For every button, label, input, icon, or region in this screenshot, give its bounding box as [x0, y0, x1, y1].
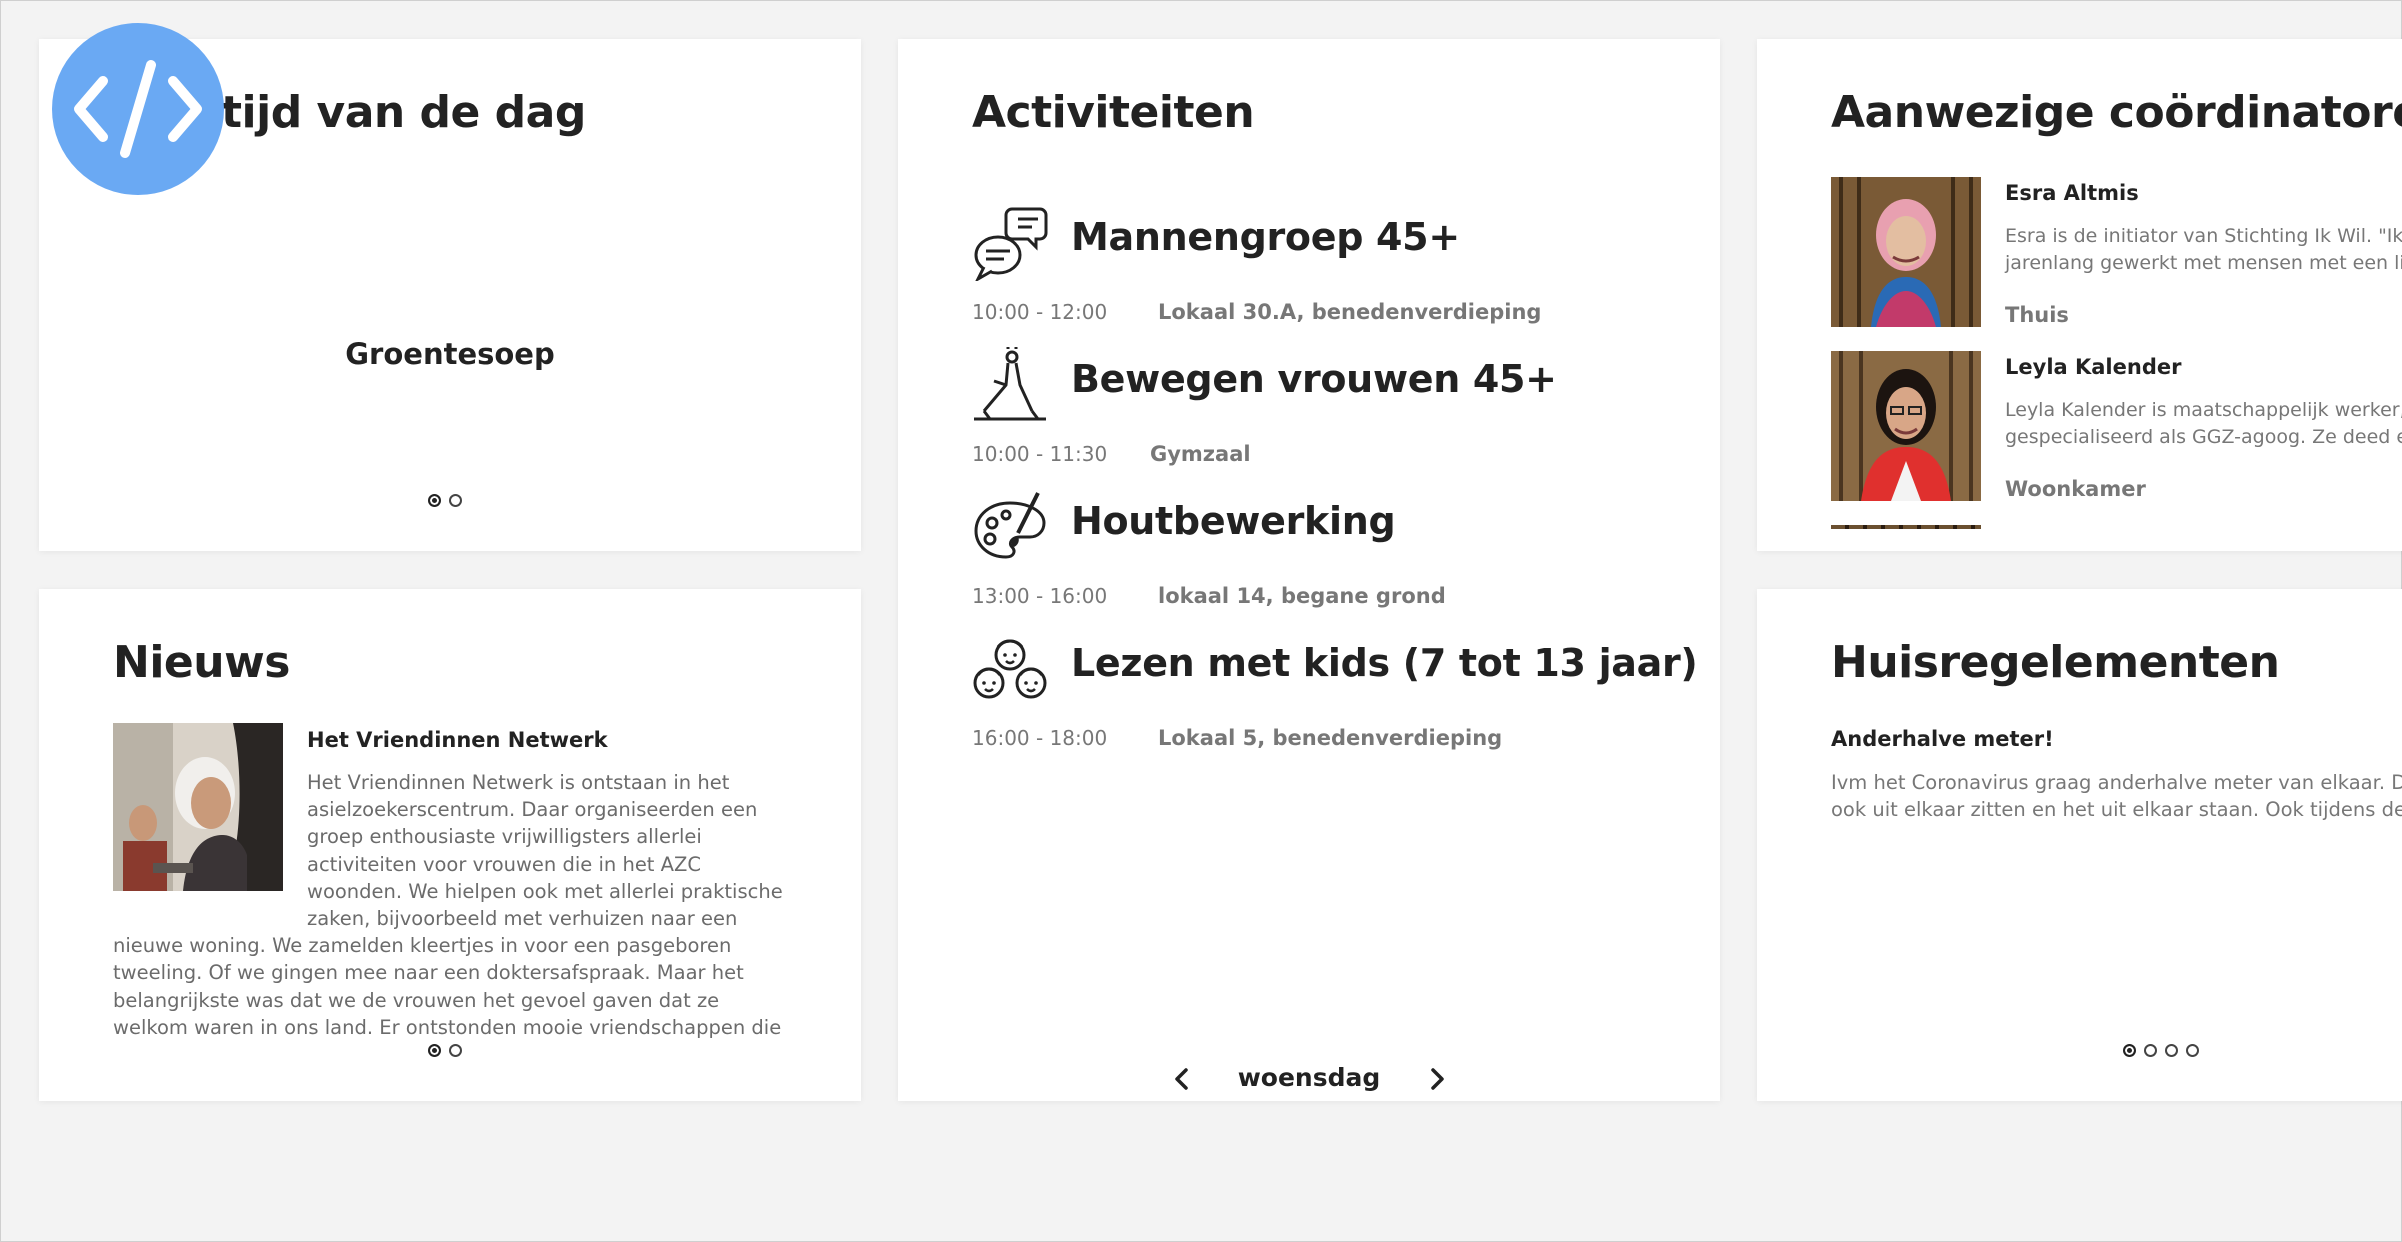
coordinator-description-line: Esra is de initiator van Stichting Ik Wi… — [2005, 225, 2402, 247]
carousel-dot-2[interactable] — [2144, 1044, 2157, 1057]
coordinator-name: Leyla Kalender — [2005, 355, 2182, 379]
news-carousel-dots — [428, 1044, 462, 1057]
house-rules-card: Huisregelementen Anderhalve meter! Ivm h… — [1757, 589, 2402, 1101]
house-rules-title: Huisregelementen — [1831, 637, 2280, 688]
activity-title: Lezen met kids (7 tot 13 jaar) — [1071, 641, 1698, 685]
activity-title: Bewegen vrouwen 45+ — [1071, 357, 1557, 401]
news-card: Nieuws Het Vriendinnen Netwerk Het Vrien… — [39, 589, 861, 1101]
activity-item[interactable]: Mannengroep 45+ 10:00 - 12:00 Lokaal 30.… — [972, 205, 1672, 325]
coordinator-description: Leyla Kalender is maatschappelijk werker… — [2005, 397, 2402, 451]
activity-item[interactable]: Lezen met kids (7 tot 13 jaar) 16:00 - 1… — [972, 631, 1698, 751]
activity-time: 10:00 - 12:00 — [972, 300, 1108, 324]
activity-location: Lokaal 5, benedenverdieping — [1158, 726, 1503, 750]
coordinator-description-line: gespecialiseerd als GGZ-agoog. Ze deed e… — [2005, 426, 2402, 448]
activity-location: Lokaal 30.A, benedenverdieping — [1158, 300, 1542, 324]
coordinator-room: Woonkamer — [2005, 477, 2146, 501]
carousel-dot-1[interactable] — [428, 1044, 441, 1057]
news-item-title: Het Vriendinnen Netwerk — [307, 728, 608, 752]
paint-palette-icon — [974, 492, 1046, 559]
activity-title: Houtbewerking — [1071, 499, 1396, 543]
coordinators-title: Aanwezige coördinatoren — [1831, 87, 2402, 138]
coordinators-card: Aanwezige coördinatoren Esra Altmis Esra… — [1757, 39, 2402, 551]
coordinator-description: Esra is de initiator van Stichting Ik Wi… — [2005, 223, 2402, 277]
carousel-dot-2[interactable] — [449, 1044, 462, 1057]
activity-location: Gymzaal — [1150, 442, 1251, 466]
activities-card: Activiteiten Mannengroep 45+ 10:00 - 12:… — [898, 39, 1720, 1101]
coordinator-description-line: jarenlang gewerkt met mensen met een lic… — [2005, 252, 2402, 274]
news-title: Nieuws — [113, 637, 290, 688]
rule-body: Ivm het Coronavirus graag anderhalve met… — [1831, 769, 2402, 823]
activities-title: Activiteiten — [972, 87, 1255, 138]
kids-faces-icon — [973, 639, 1047, 699]
activity-time: 16:00 - 18:00 — [972, 726, 1108, 750]
carousel-dot-1[interactable] — [428, 494, 441, 507]
news-item-body: Het Vriendinnen Netwerk is ontstaan in h… — [113, 769, 793, 1054]
coordinator-room: Thuis — [2005, 303, 2069, 327]
meal-title: tijd van de dag — [221, 87, 586, 138]
activity-time: 10:00 - 11:30 — [972, 442, 1108, 466]
activity-time: 13:00 - 16:00 — [972, 584, 1108, 608]
yoga-person-icon — [974, 347, 1046, 421]
activity-item[interactable]: Houtbewerking 13:00 - 16:00 lokaal 14, b… — [972, 489, 1672, 609]
coordinator-description-line: Leyla Kalender is maatschappelijk werker… — [2005, 399, 2402, 421]
carousel-dot-1[interactable] — [2123, 1044, 2136, 1057]
carousel-dot-2[interactable] — [449, 494, 462, 507]
coordinator-name: Esra Altmis — [2005, 181, 2139, 205]
activity-title: Mannengroep 45+ — [1071, 215, 1460, 259]
dish-name: Groentesoep — [345, 337, 555, 371]
rule-body-line: Ivm het Coronavirus graag anderhalve met… — [1831, 771, 2402, 794]
carousel-dot-4[interactable] — [2186, 1044, 2199, 1057]
code-logo[interactable] — [52, 23, 224, 195]
activity-item[interactable]: Bewegen vrouwen 45+ 10:00 - 11:30 Gymzaa… — [972, 347, 1672, 467]
rules-carousel-dots — [2123, 1044, 2199, 1057]
coordinator-photo — [1831, 351, 1981, 501]
coordinator-photo-partial — [1831, 525, 1981, 529]
activity-location: lokaal 14, begane grond — [1158, 584, 1446, 608]
rule-title: Anderhalve meter! — [1831, 727, 2054, 751]
rule-body-line: ook uit elkaar zitten en het uit elkaar … — [1831, 798, 2402, 821]
float-spacer — [113, 769, 307, 919]
current-day: woensdag — [1237, 1063, 1381, 1092]
meal-carousel-dots — [428, 494, 462, 507]
chevron-right-icon[interactable] — [1425, 1067, 1449, 1091]
code-brackets-icon — [74, 60, 202, 158]
coordinator-photo — [1831, 177, 1981, 327]
carousel-dot-3[interactable] — [2165, 1044, 2178, 1057]
speech-bubbles-icon — [974, 207, 1048, 281]
